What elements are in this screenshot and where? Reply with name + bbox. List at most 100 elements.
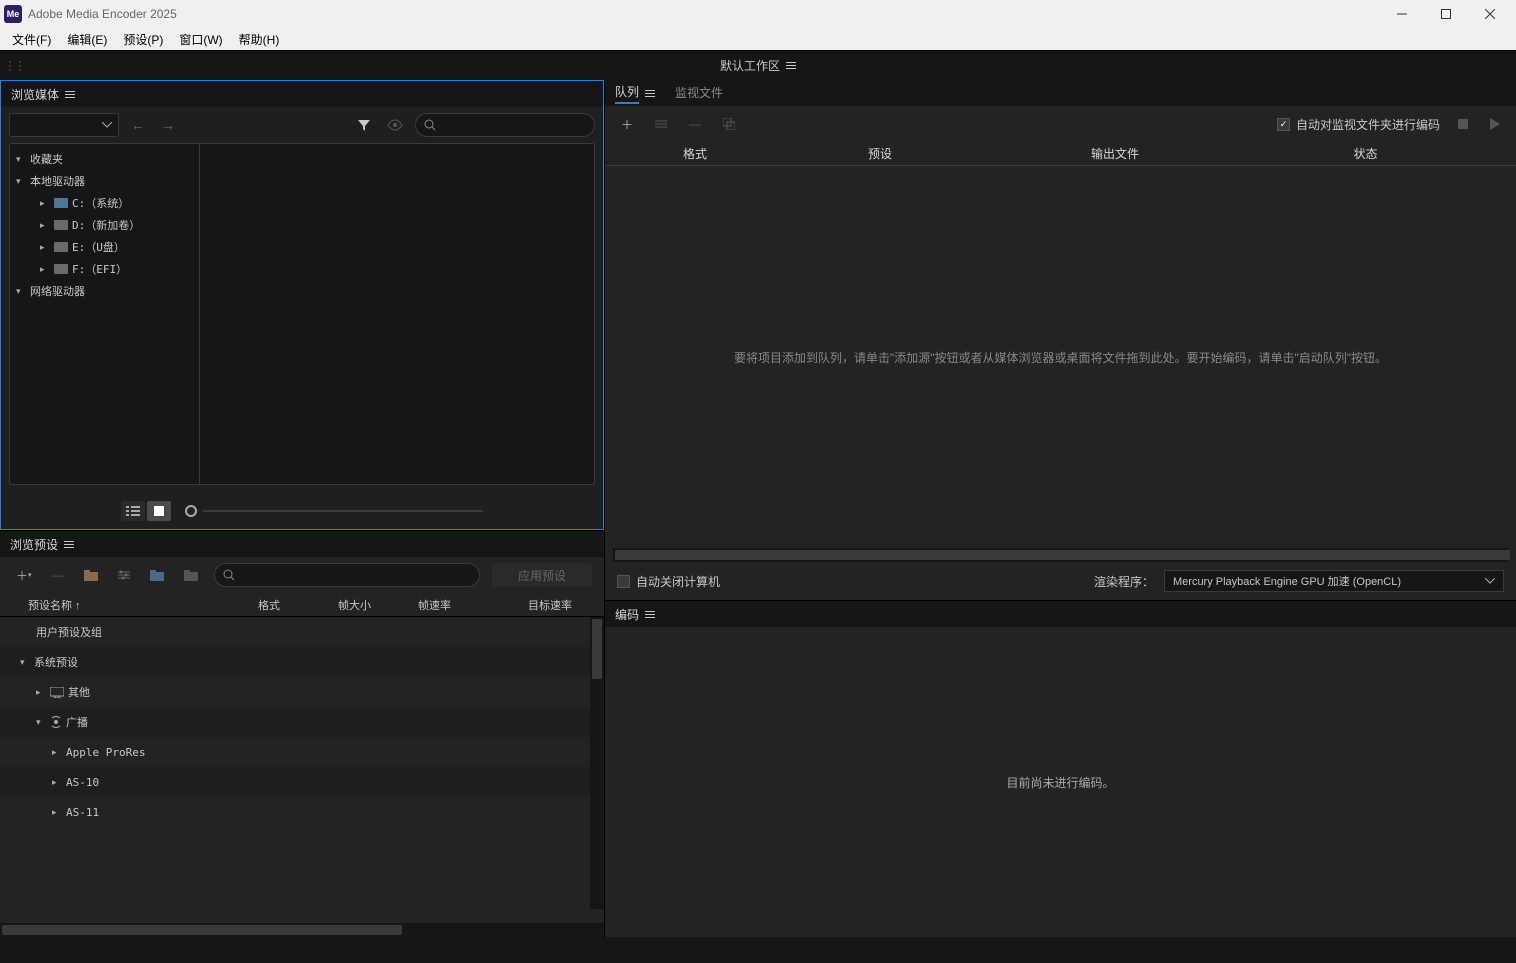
app-icon: Me <box>4 5 22 23</box>
zoom-slider[interactable] <box>185 505 483 517</box>
auto-encode-checkbox[interactable]: 自动对监视文件夹进行编码 <box>1277 116 1440 133</box>
media-tree: ▾收藏夹 ▾本地驱动器 ▸C:（系统） ▸D:（新加卷） ▸E:（U盘） ▸F:… <box>10 144 200 484</box>
col-preset-name[interactable]: 预设名称 ↑ <box>8 597 258 613</box>
hamburger-icon[interactable] <box>645 90 655 97</box>
queue-headers: 格式 预设 输出文件 状态 <box>605 142 1516 166</box>
menu-help[interactable]: 帮助(H) <box>231 29 288 50</box>
preset-column-headers: 预设名称 ↑ 格式 帧大小 帧速率 目标速率 <box>0 593 604 617</box>
hamburger-icon <box>64 541 74 548</box>
search-icon <box>424 119 436 131</box>
statusbar <box>0 937 1516 963</box>
encoding-panel: 编码 目前尚未进行编码。 <box>605 600 1516 937</box>
tree-drive-e[interactable]: ▸E:（U盘） <box>10 236 199 258</box>
tree-drive-f[interactable]: ▸F:（EFI） <box>10 258 199 280</box>
menubar: 文件(F) 编辑(E) 预设(P) 窗口(W) 帮助(H) <box>0 28 1516 50</box>
tree-local-drives[interactable]: ▾本地驱动器 <box>10 170 199 192</box>
app-title: Adobe Media Encoder 2025 <box>28 7 1380 21</box>
workspace-selector[interactable]: 默认工作区 <box>720 57 796 74</box>
renderer-label: 渲染程序： <box>1094 573 1154 590</box>
preset-row-system[interactable]: ▾系统预设 <box>0 647 604 677</box>
monitor-icon <box>50 687 64 698</box>
filter-icon[interactable] <box>353 118 375 132</box>
eye-icon[interactable] <box>383 119 407 131</box>
maximize-button[interactable] <box>1424 0 1468 28</box>
renderer-dropdown[interactable]: Mercury Playback Engine GPU 加速 (OpenCL) <box>1164 570 1504 592</box>
queue-empty-message: 要将项目添加到队列，请单击"添加源"按钮或者从媒体浏览器或桌面将文件拖到此处。要… <box>605 166 1516 548</box>
path-dropdown[interactable] <box>9 113 119 137</box>
remove-preset-button[interactable]: — <box>48 568 68 582</box>
col-format[interactable]: 格式 <box>625 145 765 162</box>
tab-watch-folders[interactable]: 监视文件 <box>675 84 723 103</box>
export-preset-button[interactable] <box>180 569 202 581</box>
col-frame-rate[interactable]: 帧速率 <box>418 597 498 613</box>
broadcast-icon <box>50 716 62 728</box>
nav-forward-button[interactable]: → <box>157 117 179 133</box>
tab-queue[interactable]: 队列 <box>615 83 639 104</box>
drive-icon <box>54 264 68 274</box>
preset-row-broadcast[interactable]: ▾广播 <box>0 707 604 737</box>
tree-drive-d[interactable]: ▸D:（新加卷） <box>10 214 199 236</box>
checkbox-icon <box>617 575 630 588</box>
preset-scrollbar-vertical[interactable] <box>590 617 604 909</box>
drive-icon <box>54 220 68 230</box>
preset-row-as11[interactable]: ▸AS-11 <box>0 797 604 827</box>
zoom-knob[interactable] <box>185 505 197 517</box>
add-preset-button[interactable]: ＋▾ <box>12 567 36 584</box>
preset-list: 用户预设及组 ▾系统预设 ▸其他 ▾广播 ▸Apple ProRes ▸AS-1… <box>0 617 604 923</box>
menu-edit[interactable]: 编辑(E) <box>59 29 115 50</box>
preset-row-as10[interactable]: ▸AS-10 <box>0 767 604 797</box>
col-target-rate[interactable]: 目标速率 <box>498 597 596 613</box>
workspace-bar: ⋮⋮ 默认工作区 <box>0 50 1516 80</box>
import-preset-button[interactable] <box>146 569 168 581</box>
tree-favorites[interactable]: ▾收藏夹 <box>10 148 199 170</box>
nav-back-button[interactable]: ← <box>127 117 149 133</box>
zoom-track[interactable] <box>203 510 483 512</box>
workspace-label: 默认工作区 <box>720 57 780 74</box>
menu-window[interactable]: 窗口(W) <box>171 29 230 50</box>
drive-icon <box>54 198 68 208</box>
duplicate-button[interactable] <box>719 118 739 130</box>
remove-button[interactable]: — <box>685 117 705 131</box>
new-group-button[interactable] <box>80 569 102 581</box>
add-source-button[interactable]: ＋ <box>617 116 637 133</box>
titlebar: Me Adobe Media Encoder 2025 <box>0 0 1516 28</box>
grip-icon[interactable]: ⋮⋮ <box>4 59 24 73</box>
media-search-input[interactable] <box>415 113 595 137</box>
hamburger-icon <box>65 91 75 98</box>
preset-browser-panel: 浏览预设 ＋▾ — 应用预设 预设名称 ↑ 格式 帧大小 帧速 <box>0 530 604 937</box>
start-queue-button[interactable] <box>1486 118 1504 130</box>
col-output[interactable]: 输出文件 <box>995 145 1235 162</box>
auto-shutdown-checkbox[interactable]: 自动关闭计算机 <box>617 573 720 590</box>
minimize-button[interactable] <box>1380 0 1424 28</box>
apply-preset-button[interactable]: 应用预设 <box>492 563 592 587</box>
drive-icon <box>54 242 68 252</box>
preset-row-other[interactable]: ▸其他 <box>0 677 604 707</box>
browse-media-title[interactable]: 浏览媒体 <box>11 86 75 103</box>
list-view-button[interactable] <box>121 501 145 521</box>
preset-row-user[interactable]: 用户预设及组 <box>0 617 604 647</box>
preset-row-apple-prores[interactable]: ▸Apple ProRes <box>0 737 604 767</box>
chevron-down-icon <box>102 122 112 128</box>
queue-settings-button[interactable] <box>651 118 671 130</box>
stop-queue-button[interactable] <box>1454 119 1472 129</box>
col-format[interactable]: 格式 <box>258 597 338 613</box>
menu-preset[interactable]: 预设(P) <box>115 29 171 50</box>
tree-network-drives[interactable]: ▾网络驱动器 <box>10 280 199 302</box>
preset-settings-button[interactable] <box>114 569 134 581</box>
queue-panel: 队列 监视文件 ＋ — 自动对监视文件夹进行编码 格式 预设 <box>605 80 1516 600</box>
media-preview-area[interactable] <box>200 144 594 484</box>
preset-search-input[interactable] <box>214 563 480 587</box>
preset-browser-title[interactable]: 浏览预设 <box>10 536 74 553</box>
tree-drive-c[interactable]: ▸C:（系统） <box>10 192 199 214</box>
preset-scrollbar-horizontal[interactable] <box>0 923 604 937</box>
col-preset[interactable]: 预设 <box>765 145 995 162</box>
chevron-down-icon <box>1485 578 1495 584</box>
menu-file[interactable]: 文件(F) <box>4 29 59 50</box>
queue-scrollbar-horizontal[interactable] <box>613 548 1508 562</box>
encoding-empty-message: 目前尚未进行编码。 <box>605 627 1516 937</box>
thumbnail-view-button[interactable] <box>147 501 171 521</box>
col-frame-size[interactable]: 帧大小 <box>338 597 418 613</box>
close-button[interactable] <box>1468 0 1512 28</box>
col-status[interactable]: 状态 <box>1235 145 1496 162</box>
encoding-title[interactable]: 编码 <box>615 606 655 623</box>
